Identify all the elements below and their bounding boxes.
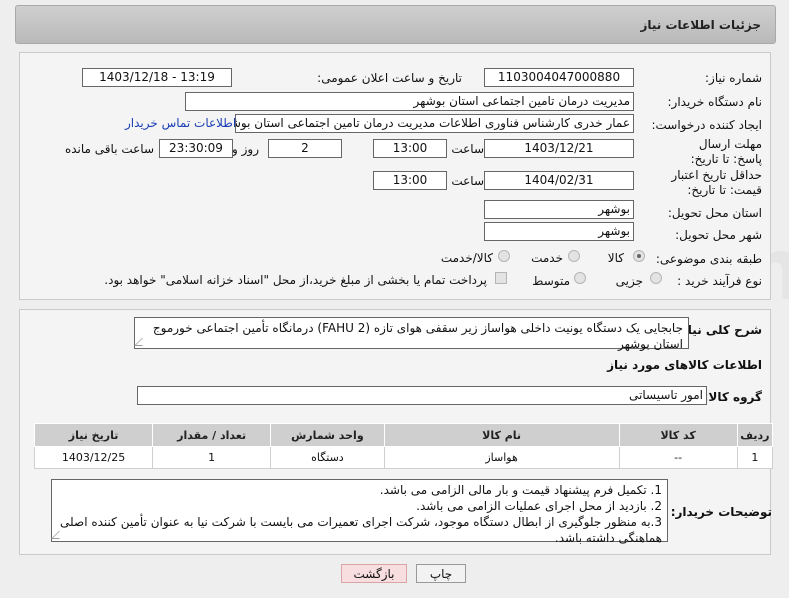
process-type-label: نوع فرآیند خرید : xyxy=(677,274,762,288)
remaining-label: ساعت باقی مانده xyxy=(64,142,154,156)
col-code: کد کالا xyxy=(618,423,738,447)
delivery-province-label: استان محل تحویل: xyxy=(667,206,762,220)
cell-code: -- xyxy=(618,446,738,469)
validity-date-field: 1404/02/31 xyxy=(484,171,634,190)
print-button[interactable]: چاپ xyxy=(416,564,466,583)
col-name: نام کالا xyxy=(383,423,620,447)
category-option-service: خدمت xyxy=(531,251,563,265)
remaining-time-field: 23:30:09 xyxy=(159,139,233,158)
payment-treasury-checkbox[interactable] xyxy=(495,272,507,284)
delivery-city-label: شهر محل تحویل: xyxy=(675,228,762,242)
goods-group-field: امور تاسیساتی xyxy=(137,386,707,405)
announce-datetime-label: تاریخ و ساعت اعلان عمومی: xyxy=(317,71,462,85)
need-number-label: شماره نیاز: xyxy=(705,71,762,85)
category-radio-goods[interactable] xyxy=(633,250,645,262)
announce-datetime-field: 1403/12/18 - 13:19 xyxy=(82,68,232,87)
resize-grip-icon[interactable] xyxy=(134,338,150,346)
reply-deadline-label: مهلت ارسال پاسخ: تا تاریخ: xyxy=(690,137,762,166)
buyer-notes-label: توضیحات خریدار: xyxy=(670,505,772,519)
process-option-minor: جزیی xyxy=(615,274,643,288)
validity-time-field: 13:00 xyxy=(373,171,447,190)
reply-days-field: 2 xyxy=(268,139,342,158)
price-validity-label: حداقل تاریخ اعتبار قیمت: تا تاریخ: xyxy=(671,168,762,197)
requester-field: عمار خدری کارشناس فناوری اطلاعات مدیریت … xyxy=(235,114,634,133)
category-radio-service[interactable] xyxy=(568,250,580,262)
buyer-org-label: نام دستگاه خریدار: xyxy=(667,95,763,109)
cell-qty: 1 xyxy=(152,446,272,469)
delivery-province-field: بوشهر xyxy=(484,200,634,219)
cell-unit: دستگاه xyxy=(270,446,385,469)
buyer-note-2: 2. بازدید از محل اجرای عملیات الزامی می … xyxy=(416,499,662,513)
process-radio-minor[interactable] xyxy=(650,272,662,284)
col-row: ردیف xyxy=(736,423,774,447)
process-radio-medium[interactable] xyxy=(574,272,586,284)
header-title: جزئیات اطلاعات نیاز xyxy=(640,18,761,32)
category-label: طبقه بندی موضوعی: xyxy=(655,252,762,266)
process-option-medium: متوسط xyxy=(532,274,570,288)
goods-group-label: گروه کالا: xyxy=(703,390,762,404)
buyer-note-3: 3.به منظور جلوگیری از ابطال دستگاه موجود… xyxy=(60,515,662,545)
general-desc-field: جابجایی یک دستگاه یونیت داخلی هواساز زیر… xyxy=(134,317,689,351)
col-need-date: تاریخ نیاز xyxy=(33,423,154,447)
general-desc-text: جابجایی یک دستگاه یونیت داخلی هواساز زیر… xyxy=(152,321,683,351)
reply-date-field: 1403/12/21 xyxy=(484,139,634,158)
category-option-both: کالا/خدمت xyxy=(440,251,493,265)
goods-table: ردیف کد کالا نام کالا واحد شمارش تعداد /… xyxy=(33,423,774,469)
reply-time-label: ساعت xyxy=(451,142,484,156)
back-button[interactable]: بازگشت xyxy=(341,564,407,583)
goods-info-title: اطلاعات کالاهای مورد نیاز xyxy=(607,358,762,372)
validity-time-label: ساعت xyxy=(451,174,484,188)
col-qty: تعداد / مقدار xyxy=(152,423,272,447)
cell-name: هواساز xyxy=(383,446,620,469)
section-header: جزئیات اطلاعات نیاز xyxy=(15,5,776,44)
reply-time-field: 13:00 xyxy=(373,139,447,158)
buyer-contact-link[interactable]: اطلاعات تماس خریدار xyxy=(125,116,236,130)
need-number-field: 1103004047000880 xyxy=(484,68,634,87)
buyer-notes-field: 1. تکمیل فرم پیشنهاد قیمت و بار مالی الز… xyxy=(51,479,668,545)
delivery-city-field: بوشهر xyxy=(484,222,634,241)
requester-label: ایجاد کننده درخواست: xyxy=(651,118,762,132)
category-radio-both[interactable] xyxy=(498,250,510,262)
buyer-org-field: مدیریت درمان تامین اجتماعی استان بوشهر xyxy=(185,92,634,111)
payment-treasury-note: پرداخت تمام یا بخشی از مبلغ خرید،از محل … xyxy=(104,273,487,287)
category-option-goods: کالا xyxy=(607,251,624,265)
col-unit: واحد شمارش xyxy=(270,423,385,447)
buyer-note-1: 1. تکمیل فرم پیشنهاد قیمت و بار مالی الز… xyxy=(379,483,662,497)
cell-need-date: 1403/12/25 xyxy=(33,446,154,469)
cell-row: 1 xyxy=(736,446,774,469)
table-row: 1 -- هواساز دستگاه 1 1403/12/25 xyxy=(33,446,774,469)
day-and-label: روز و xyxy=(232,142,259,156)
